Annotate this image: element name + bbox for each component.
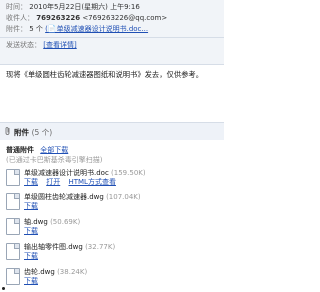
attachment-size: (50.69K)	[50, 218, 81, 226]
attachment-size: (159.50K)	[111, 169, 146, 177]
attachment-actions: 下载	[24, 201, 44, 211]
attachment-name: 输出轴零件图.dwg	[24, 243, 83, 251]
drawing-file-icon	[6, 218, 20, 235]
attachment-name: 轴.dwg	[24, 218, 48, 226]
time-row: 时间： 2010年5月22日(星期六) 上午9:16	[6, 3, 140, 12]
send-status-row: 发送状态： [查看详情]	[6, 41, 77, 50]
time-label: 时间：	[6, 3, 27, 11]
bullet-dot	[2, 287, 5, 290]
attachment-name: 齿轮.dwg	[24, 268, 55, 276]
recipient-label: 收件人：	[6, 14, 34, 22]
download-link[interactable]: 下载	[24, 178, 38, 186]
ordinary-attachments-label: 普通附件	[6, 146, 34, 154]
attachment-summary-link[interactable]: (📄单级减速器设计说明书.doc...	[45, 25, 148, 33]
view-as-html-link[interactable]: HTML方式查看	[68, 178, 115, 186]
attachment-name: 单级减速器设计说明书.doc	[24, 169, 109, 177]
drawing-file-icon	[6, 243, 20, 260]
recipient-name[interactable]: 769263226	[36, 14, 80, 22]
document-icon	[6, 169, 20, 186]
mail-body-text: 现将《单级圆柱齿轮减速器图纸和说明书》发去，仅供参考。	[6, 70, 204, 79]
attachment-name: 单级圆柱齿轮减速器.dwg	[24, 193, 104, 201]
header-bottom-border	[0, 64, 224, 65]
drawing-file-icon	[6, 193, 20, 210]
attachment-size: (38.24K)	[57, 268, 88, 276]
open-link[interactable]: 打开	[46, 178, 60, 186]
download-link[interactable]: 下载	[24, 227, 38, 235]
download-link[interactable]: 下载	[24, 202, 38, 210]
virus-scan-hint: (已通过卡巴斯基杀毒引擎扫描)	[6, 156, 103, 164]
attachment-summary-count: 5 个	[29, 25, 43, 33]
attachments-title-text: 附件	[14, 128, 29, 137]
recipient-row: 收件人： 769263226 <769263226@qq.com>	[6, 14, 167, 23]
attachments-count: (5 个)	[31, 128, 53, 137]
attachment-actions: 下载 打开 HTML方式查看	[24, 177, 122, 187]
attachments-title: 附件 (5 个)	[14, 127, 52, 138]
header-divider	[0, 37, 224, 38]
time-value: 2010年5月22日(星期六) 上午9:16	[29, 3, 140, 11]
send-status-details-link[interactable]: [查看详情]	[43, 41, 76, 49]
paperclip-icon	[5, 127, 10, 135]
attachments-header: 附件 (5 个)	[0, 122, 224, 140]
download-link[interactable]: 下载	[24, 252, 38, 260]
recipient-email: <769263226@qq.com>	[82, 14, 168, 22]
download-all-link[interactable]: 全部下载	[40, 146, 68, 154]
drawing-file-icon	[6, 268, 20, 285]
mail-header: 时间： 2010年5月22日(星期六) 上午9:16 收件人： 76926322…	[0, 0, 224, 64]
attachment-summary-label: 附件：	[6, 25, 27, 33]
download-link[interactable]: 下载	[24, 277, 38, 285]
attachment-actions: 下载	[24, 226, 44, 236]
attachment-size: (107.04K)	[106, 193, 141, 201]
attachment-actions: 下载	[24, 276, 44, 286]
send-status-label: 发送状态：	[6, 41, 41, 49]
attachment-size: (32.77K)	[85, 243, 116, 251]
attachment-summary-row: 附件： 5 个 (📄单级减速器设计说明书.doc...	[6, 25, 148, 34]
ordinary-attachments-row: 普通附件 全部下载	[6, 145, 68, 155]
attachment-actions: 下载	[24, 251, 44, 261]
